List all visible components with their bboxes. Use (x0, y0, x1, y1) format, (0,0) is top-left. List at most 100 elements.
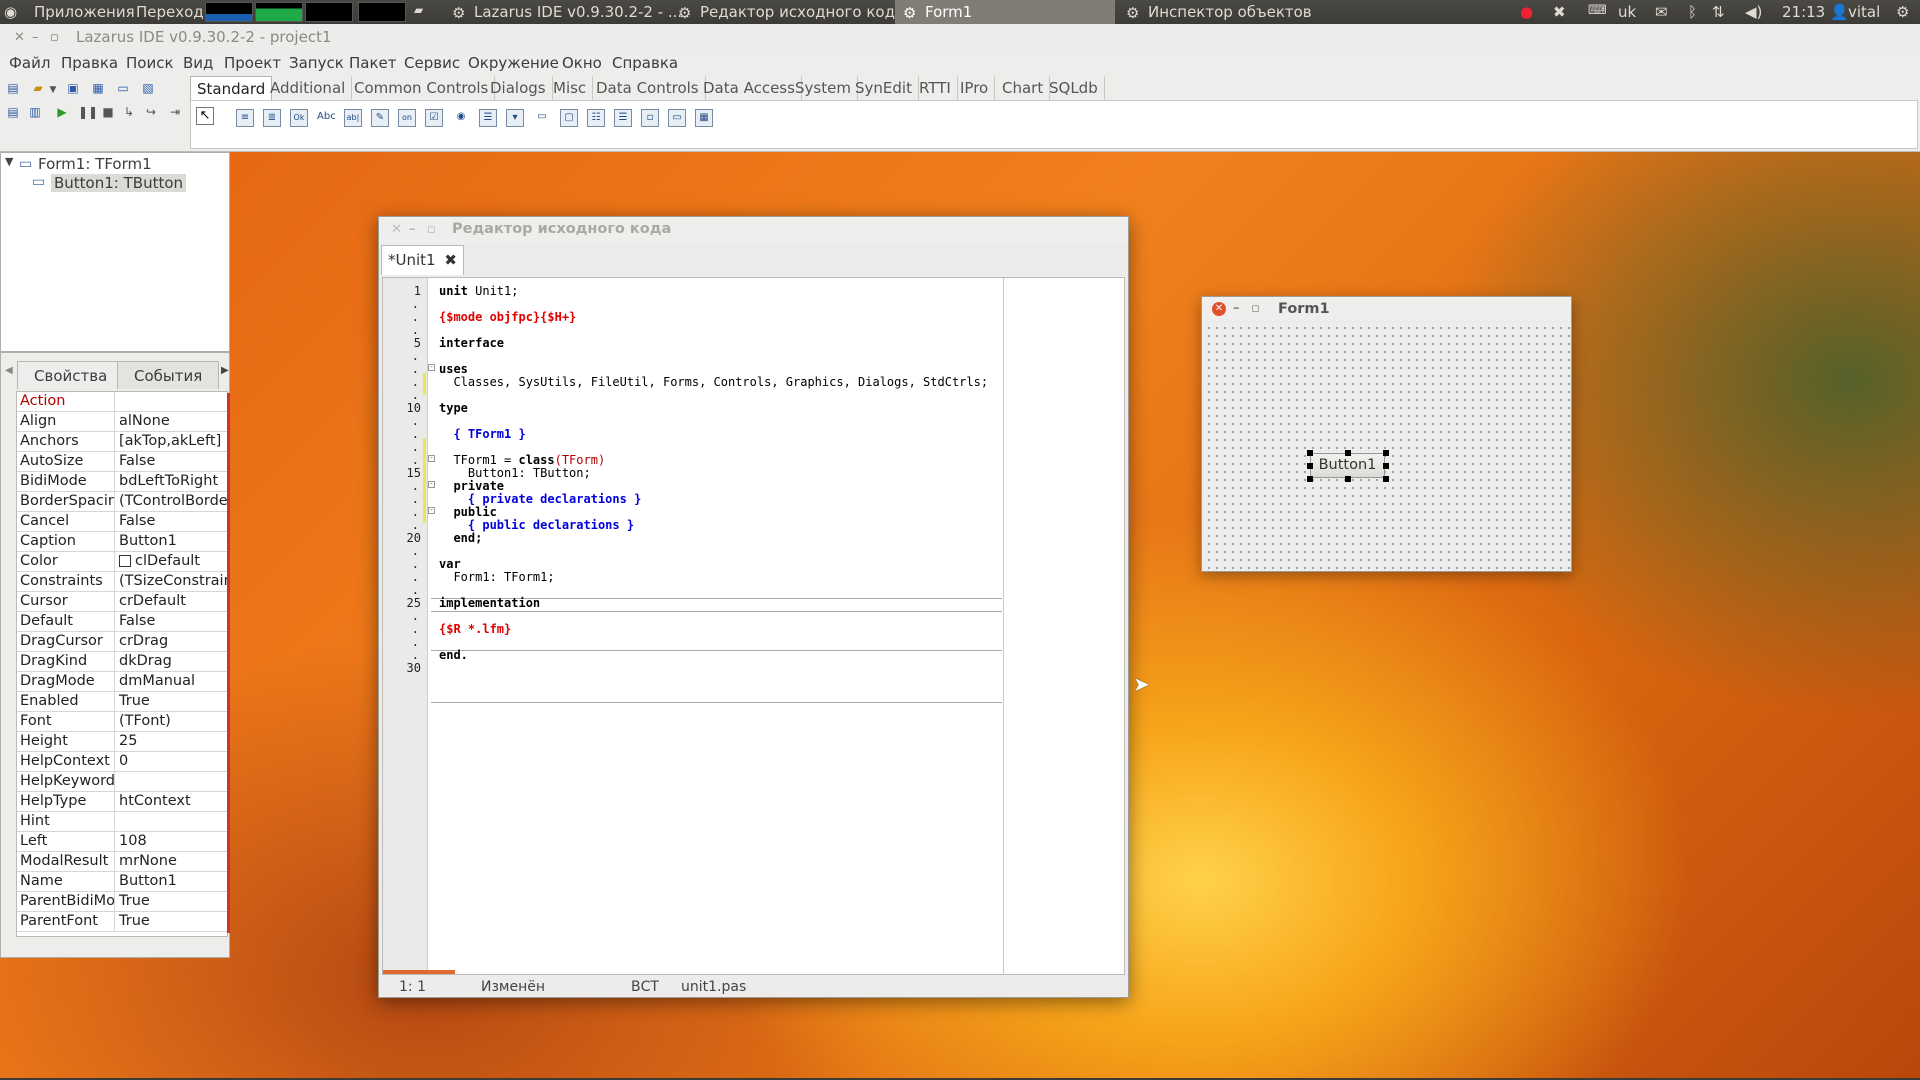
minimize-icon[interactable]: – (1233, 301, 1240, 316)
keyboard-layout[interactable]: uk (1618, 3, 1636, 21)
scrollbar-icon[interactable]: ▭ (533, 109, 551, 127)
run-to-cursor-icon[interactable]: ⇥ (167, 104, 183, 120)
tab-scroll-right-icon[interactable]: ▶ (221, 365, 229, 376)
property-row[interactable]: ParentBidiMode True (17, 892, 227, 912)
dropbox-icon[interactable]: ✖ (1553, 3, 1566, 21)
property-value[interactable]: False (119, 513, 227, 529)
maximize-icon[interactable]: ▫ (427, 222, 436, 237)
tree-node-form1[interactable]: Form1: TForm1 (38, 155, 152, 173)
menu-help[interactable]: Справка (612, 54, 678, 72)
memory-graph[interactable] (255, 2, 303, 22)
property-value[interactable]: Button1 (119, 533, 227, 549)
popup-menu-icon[interactable]: ≣ (263, 109, 281, 127)
fold-toggle-icon[interactable]: - (428, 364, 435, 371)
bluetooth-icon[interactable]: ᛒ (1688, 3, 1697, 21)
combobox-icon[interactable]: ▾ (506, 109, 524, 127)
main-menu-icon[interactable]: ≡ (236, 109, 254, 127)
property-row[interactable]: Name Button1 (17, 872, 227, 892)
tab-unit1[interactable]: *Unit1 ✖ (381, 245, 464, 275)
toggle-form-icon[interactable]: ▭ (115, 80, 131, 96)
new-form-icon[interactable]: ▤ (5, 104, 21, 120)
property-value[interactable]: alNone (119, 413, 227, 429)
resize-handle[interactable] (1307, 450, 1313, 456)
property-row[interactable]: DragMode dmManual (17, 672, 227, 692)
horizontal-scrollbar[interactable] (383, 970, 455, 974)
property-row[interactable]: ParentFont True (17, 912, 227, 932)
property-row[interactable]: Default False (17, 612, 227, 632)
close-icon[interactable]: ✕ (1212, 302, 1226, 316)
disk-graph[interactable] (358, 2, 406, 22)
property-value[interactable]: crDrag (119, 633, 227, 649)
fold-toggle-icon[interactable]: - (428, 481, 435, 488)
grid-scrollbar[interactable] (227, 393, 230, 933)
memo-component-icon[interactable]: ✎ (371, 109, 389, 127)
open-icon[interactable]: ▰ (30, 80, 46, 96)
resize-handle[interactable] (1307, 476, 1313, 482)
resize-handle[interactable] (1383, 450, 1389, 456)
view-forms-icon[interactable]: ▥ (27, 104, 43, 120)
form1-design-surface[interactable]: Button1 (1202, 321, 1571, 571)
new-unit-icon[interactable]: ▤ (5, 80, 21, 96)
tab-scroll-left-icon[interactable]: ◀ (5, 365, 13, 376)
tab-properties[interactable]: Свойства (17, 361, 125, 389)
property-row[interactable]: Color clDefault (17, 552, 227, 572)
menu-environment[interactable]: Окружение (468, 54, 559, 72)
stop-icon[interactable]: ■ (100, 104, 116, 120)
flag-icon[interactable]: ▰ (414, 3, 423, 17)
save-icon[interactable]: ▣ (65, 80, 81, 96)
minimize-icon[interactable]: – (32, 30, 39, 45)
menu-file[interactable]: Файл (9, 54, 50, 72)
property-row[interactable]: Action (17, 392, 227, 412)
tab-dialogs[interactable]: Dialogs (484, 76, 553, 100)
property-row[interactable]: Left 108 (17, 832, 227, 852)
radio-button-icon[interactable]: ◉ (452, 109, 470, 127)
action-list-icon[interactable]: ▦ (695, 109, 713, 127)
close-tab-icon[interactable]: ✖ (444, 251, 457, 269)
minimize-icon[interactable]: – (409, 222, 416, 237)
property-value[interactable]: 108 (119, 833, 227, 849)
property-value[interactable]: dmManual (119, 673, 227, 689)
property-value[interactable]: bdLeftToRight (119, 473, 227, 489)
tab-events[interactable]: События (117, 361, 220, 389)
collapse-arrow-icon[interactable]: ▼ (5, 155, 13, 168)
property-row[interactable]: Font(TFont)▶ (17, 712, 227, 732)
step-over-icon[interactable]: ↪ (143, 104, 159, 120)
property-row[interactable]: Height 25 (17, 732, 227, 752)
listbox-icon[interactable]: ☰ (479, 109, 497, 127)
property-row[interactable]: BidiMode bdLeftToRight (17, 472, 227, 492)
fold-toggle-icon[interactable]: - (428, 507, 435, 514)
fold-toggle-icon[interactable]: - (428, 455, 435, 462)
property-value[interactable]: [akTop,akLeft] (119, 433, 227, 449)
property-value[interactable]: False (119, 453, 227, 469)
property-row[interactable]: HelpContext 0 (17, 752, 227, 772)
radiogroup-icon[interactable]: ☷ (587, 109, 605, 127)
tab-synedit[interactable]: SynEdit (849, 76, 919, 100)
property-value[interactable]: False (119, 613, 227, 629)
tab-standard[interactable]: Standard (190, 76, 273, 100)
property-row[interactable]: AutoSize False (17, 452, 227, 472)
property-row[interactable]: Hint (17, 812, 227, 832)
property-value[interactable]: mrNone (119, 853, 227, 869)
update-notifier-icon[interactable]: ● (1520, 3, 1533, 21)
menu-package[interactable]: Пакет (349, 54, 397, 72)
property-row[interactable]: BorderSpacing(TControlBorder▶ (17, 492, 227, 512)
pause-icon[interactable]: ❚❚ (78, 104, 98, 120)
property-row[interactable]: Caption Button1 (17, 532, 227, 552)
toggle-box-icon[interactable]: on (398, 109, 416, 127)
task-form1[interactable]: ⚙ Form1 (895, 0, 1115, 24)
tab-ipro[interactable]: IPro (954, 76, 996, 100)
property-value[interactable]: True (119, 913, 227, 929)
gear-icon[interactable]: ⚙ (1896, 3, 1909, 21)
property-value[interactable]: True (119, 893, 227, 909)
cpu-graph[interactable] (205, 2, 253, 22)
save-all-icon[interactable]: ▦ (90, 80, 106, 96)
property-row[interactable]: Align alNone (17, 412, 227, 432)
property-value[interactable]: htContext (119, 793, 227, 809)
run-icon[interactable]: ▶ (54, 104, 70, 120)
resize-handle[interactable] (1345, 476, 1351, 482)
property-value[interactable]: Button1 (119, 873, 227, 889)
menu-search[interactable]: Поиск (126, 54, 174, 72)
property-value[interactable]: dkDrag (119, 653, 227, 669)
property-row[interactable]: DragCursor crDrag (17, 632, 227, 652)
menu-tools[interactable]: Сервис (404, 54, 460, 72)
